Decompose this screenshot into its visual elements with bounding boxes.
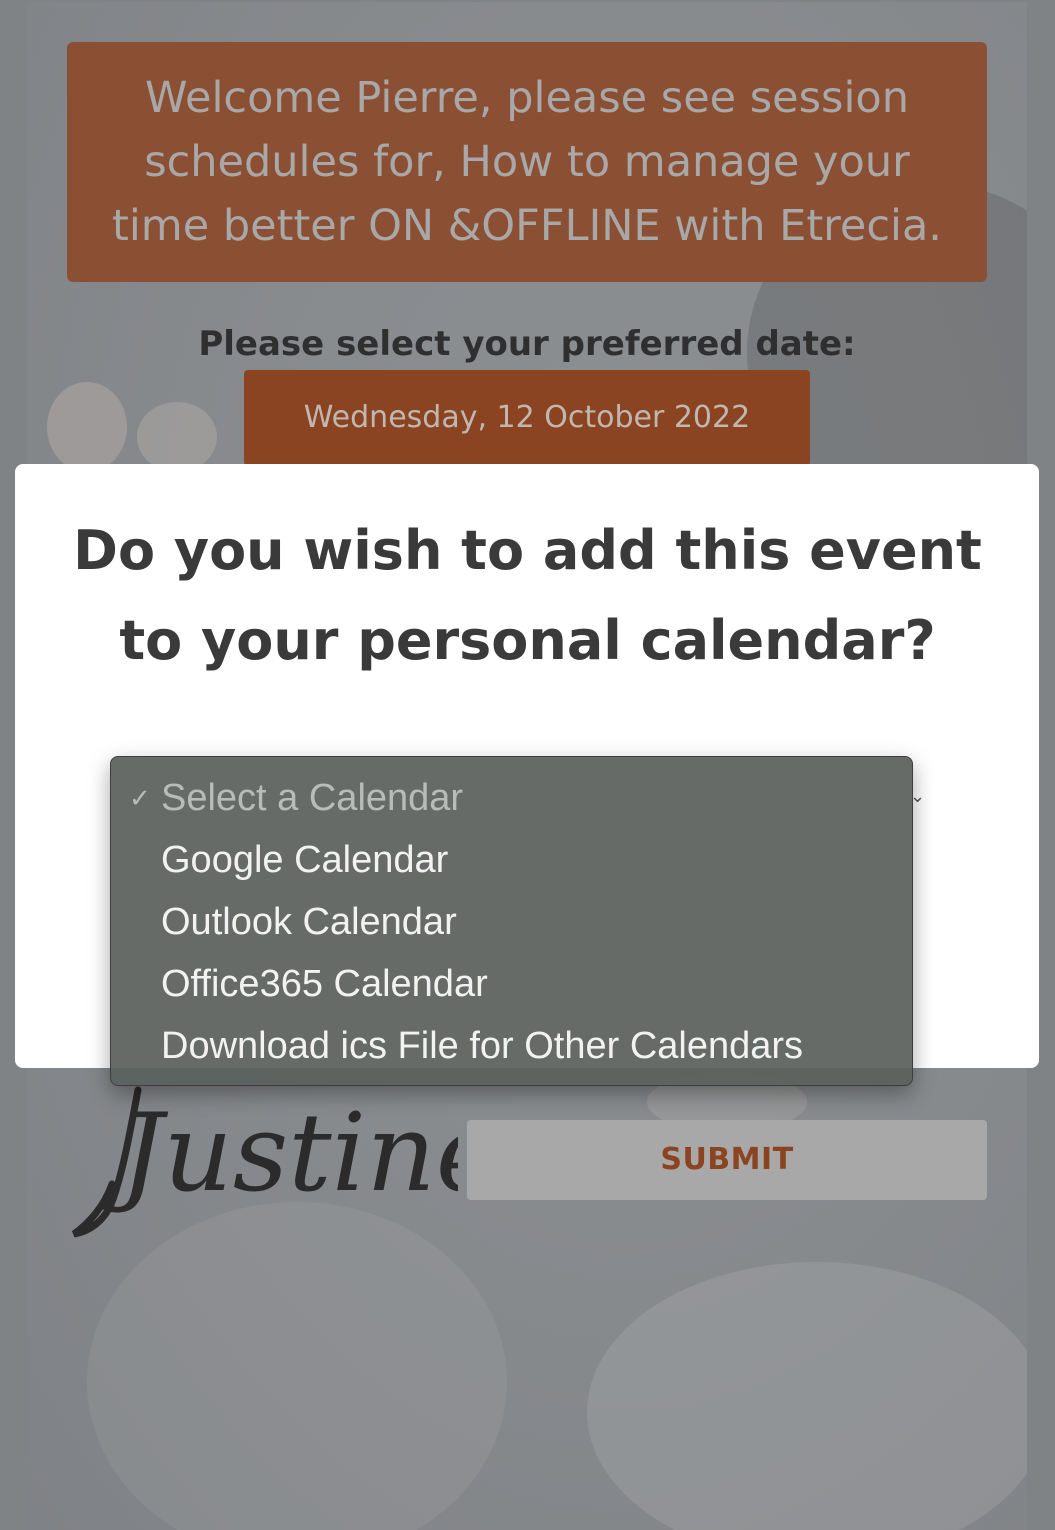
background-photo-shape [47, 382, 127, 472]
calendar-option-label: Select a Calendar [161, 777, 464, 819]
calendar-option[interactable]: Download ics File for Other Calendars [111, 1015, 912, 1077]
calendar-option-label: Office365 Calendar [161, 963, 488, 1005]
welcome-message: Welcome Pierre, please see session sched… [112, 73, 942, 251]
calendar-option-label: Google Calendar [161, 839, 449, 881]
calendar-option-label: Download ics File for Other Calendars [161, 1025, 804, 1067]
calendar-option[interactable]: Outlook Calendar [111, 891, 912, 953]
calendar-option-label: Outlook Calendar [161, 901, 457, 943]
welcome-banner: Welcome Pierre, please see session sched… [67, 42, 987, 282]
date-prompt-label: Please select your preferred date: [198, 324, 856, 364]
background-photo-shape [587, 1262, 1027, 1530]
calendar-option[interactable]: Google Calendar [111, 829, 912, 891]
calendar-select-dropdown[interactable]: ✓ Select a Calendar Google Calendar Outlook… [110, 756, 913, 1086]
background-photo-shape [87, 1202, 507, 1530]
date-select-button[interactable]: Wednesday, 12 October 2022 [244, 370, 810, 466]
check-icon: ✓ [129, 783, 151, 813]
calendar-option[interactable]: Office365 Calendar [111, 953, 912, 1015]
submit-button[interactable]: SUBMIT [467, 1120, 987, 1200]
signature-text: Justine [101, 1091, 458, 1216]
calendar-option[interactable]: ✓ Select a Calendar [111, 767, 912, 829]
signature-logo: Justine [71, 1086, 458, 1238]
modal-title: Do you wish to add this event to your pe… [73, 519, 982, 672]
background-photo-shape [137, 402, 217, 472]
